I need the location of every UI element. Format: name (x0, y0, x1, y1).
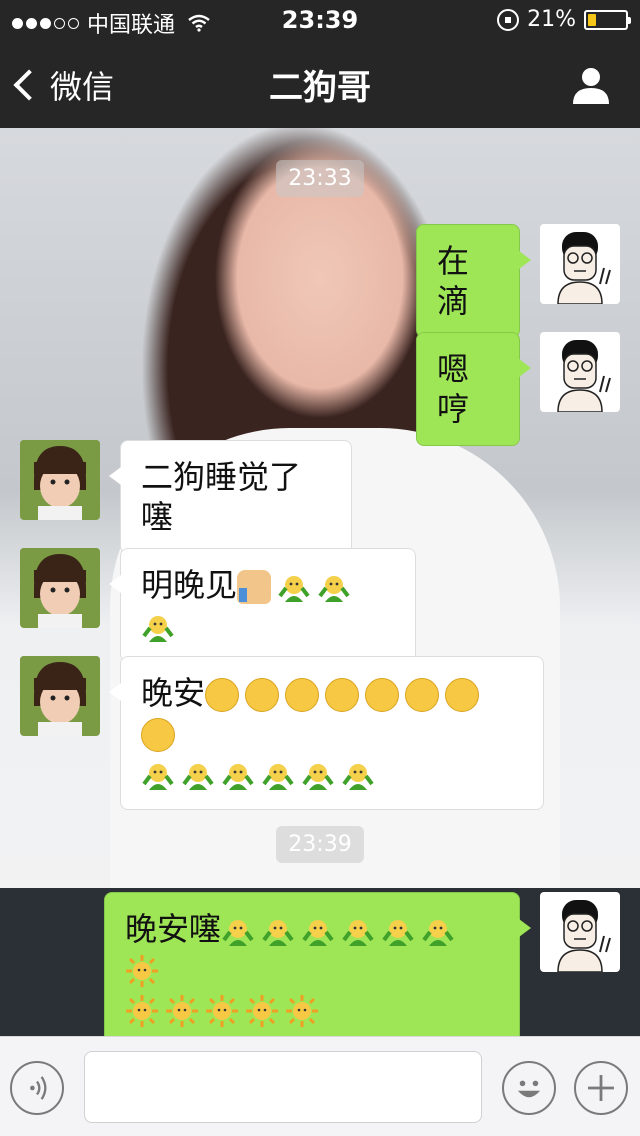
avatar-peer[interactable] (20, 656, 100, 736)
sprout-icon (302, 764, 334, 790)
timestamp: 23:39 (0, 826, 640, 863)
sprout-icon (422, 920, 454, 946)
child-photo-avatar-icon (20, 656, 100, 736)
battery-fill (588, 13, 596, 26)
message-bubble-received[interactable]: 晚安 (109, 656, 544, 810)
message-bubble-received[interactable]: 明晚见 (109, 548, 416, 662)
child-photo-avatar-icon (20, 548, 100, 628)
nav-bar: 微信 二狗哥 (0, 40, 640, 128)
message-bubble-received[interactable]: 二狗睡觉了噻 (109, 440, 352, 554)
message-input[interactable] (84, 1051, 482, 1123)
sprout-icon (302, 920, 334, 946)
status-right: 21% (497, 7, 631, 32)
sprout-icon (222, 764, 254, 790)
sun-icon (166, 995, 198, 1027)
kiss-icon (285, 678, 320, 712)
sprout-icon (382, 920, 414, 946)
sun-icon (126, 995, 158, 1027)
avatar-self[interactable] (540, 892, 620, 972)
voice-icon[interactable] (10, 1061, 64, 1115)
sprout-icon (342, 920, 374, 946)
sprout-icon (182, 764, 214, 790)
input-bar (0, 1036, 640, 1136)
sun-icon (206, 995, 238, 1027)
chat-title: 二狗哥 (269, 68, 371, 108)
kiss-icon (205, 678, 240, 712)
child-photo-avatar-icon (20, 440, 100, 520)
sprout-icon (262, 764, 294, 790)
sprout-icon (318, 576, 350, 602)
sprout-icon (262, 920, 294, 946)
kiss-icon (141, 718, 175, 752)
avatar-self[interactable] (540, 332, 620, 412)
avatar-self[interactable] (540, 224, 620, 304)
sprout-icon (342, 764, 374, 790)
rotation-lock-icon (497, 8, 520, 31)
sprout-icon (278, 576, 310, 602)
kiss-icon (365, 678, 400, 712)
thumbs-up-icon (237, 570, 272, 604)
sprout-icon (142, 764, 174, 790)
cartoon-avatar-icon (557, 900, 611, 972)
avatar-peer[interactable] (20, 440, 100, 520)
kiss-icon (325, 678, 360, 712)
sprout-icon (222, 920, 254, 946)
sun-icon (126, 955, 158, 987)
cartoon-avatar-icon (557, 340, 611, 412)
sun-icon (286, 995, 318, 1027)
battery-percent: 21% (527, 7, 576, 32)
kiss-icon (245, 678, 280, 712)
avatar-peer[interactable] (20, 548, 100, 628)
kiss-icon (405, 678, 440, 712)
sprout-icon (142, 616, 174, 642)
status-bar: 中国联通 23:39 21% (0, 0, 640, 40)
emoji-icon[interactable] (502, 1061, 556, 1115)
cartoon-avatar-icon (557, 232, 611, 304)
person-icon[interactable] (570, 64, 612, 106)
battery-icon (584, 9, 631, 30)
message-bubble-sent[interactable]: 在滴 (416, 224, 531, 338)
chat-area[interactable]: 23:33 在滴 嗯哼 二狗睡觉了噻 明晚见 晚安 23:39 晚安噻 (0, 128, 640, 1036)
message-bubble-sent[interactable]: 嗯哼 (416, 332, 531, 446)
sun-icon (246, 995, 278, 1027)
message-bubble-sent[interactable]: 晚安噻 (104, 892, 531, 1036)
timestamp: 23:33 (0, 160, 640, 197)
plus-icon[interactable] (574, 1061, 628, 1115)
kiss-icon (445, 678, 480, 712)
